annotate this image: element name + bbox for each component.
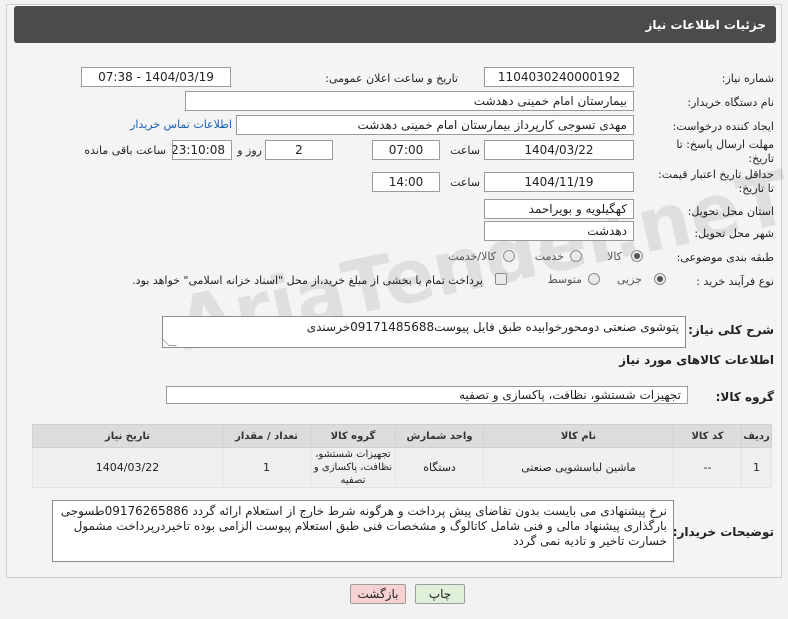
page-header: جزئیات اطلاعات نیاز [14,6,776,43]
category-service-radio[interactable] [570,250,582,262]
goods-info-heading: اطلاعات کالاهای مورد نیاز [619,353,774,367]
day-and-label: روز و [237,144,262,157]
cell-row: 1 [741,447,772,488]
buyer-notes-label: توضیحات خریدار: [672,525,774,539]
buyer-notes-textarea: نرخ پیشنهادی می بایست بدون تقاضای پیش پر… [52,500,674,562]
price-validity-label-2: تا تاریخ: [738,182,774,195]
reply-remaining-field: 23:10:08 [172,140,232,160]
reply-days-field: 2 [265,140,333,160]
page-title: جزئیات اطلاعات نیاز [645,18,766,32]
goods-group-label: گروه کالا: [715,390,774,404]
price-validity-label: حداقل تاریخ اعتبار قیمت: [658,168,774,181]
category-goods-service-radio[interactable] [503,250,515,262]
reply-deadline-label: مهلت ارسال پاسخ: تا [676,138,774,151]
need-number-label: شماره نیاز: [721,72,774,85]
delivery-province-field: کهگیلویه و بویراحمد [484,199,634,219]
reply-date-field: 1404/03/22 [484,140,634,160]
treasury-payment-checkbox[interactable] [495,273,507,285]
general-desc-label: شرح کلی نیاز: [688,323,774,337]
col-name: نام کالا [483,424,674,448]
cell-group: تجهیزات شستشو، نظافت، پاکسازی و تصفیه [310,447,396,488]
delivery-city-label: شهر محل تحویل: [694,227,774,240]
purchase-partial-radio[interactable] [654,273,666,285]
category-label: طبقه بندی موضوعی: [676,251,774,264]
reply-hour-label: ساعت [450,144,480,157]
general-desc-text: پتوشوی صنعتی دومحورخوابیده طبق فایل پیوس… [306,320,679,334]
general-desc-textarea: پتوشوی صنعتی دومحورخوابیده طبق فایل پیوس… [161,316,686,348]
cell-code: -- [673,447,742,488]
reply-time-field: 07:00 [372,140,440,160]
col-date: تاریخ نیاز [32,424,223,448]
validity-time-field: 14:00 [372,172,440,192]
cell-unit: دستگاه [395,447,484,488]
goods-table: ردیف کد کالا نام کالا واحد شمارش گروه کا… [32,424,772,488]
category-goods-label: کالا [607,250,622,263]
delivery-province-label: استان محل تحویل: [687,205,774,218]
delivery-city-field: دهدشت [484,221,634,241]
announce-datetime-label: تاریخ و ساعت اعلان عمومی: [325,72,458,85]
table-header-row: ردیف کد کالا نام کالا واحد شمارش گروه کا… [32,424,772,448]
buyer-contact-link[interactable]: اطلاعات تماس خریدار [130,118,232,131]
announce-datetime-field: 1404/03/19 - 07:38 [81,67,231,87]
back-button[interactable]: بازگشت [350,584,406,604]
print-button[interactable]: چاپ [415,584,465,604]
validity-date-field: 1404/11/19 [484,172,634,192]
requester-label: ایجاد کننده درخواست: [672,120,774,133]
purchase-medium-label: متوسط [547,273,582,286]
category-goods-radio[interactable] [631,250,643,262]
reply-deadline-label-2: تاریخ: [748,152,774,165]
cell-qty: 1 [222,447,311,488]
cell-date: 1404/03/22 [32,447,223,488]
goods-group-field: تجهیزات شستشو، نظافت، پاکسازی و تصفیه [166,386,688,404]
buyer-org-label: نام دستگاه خریدار: [687,96,774,109]
hours-remaining-label: ساعت باقی مانده [84,144,166,157]
category-goods-service-label: کالا/خدمت [448,250,496,263]
need-number-field: 1104030240000192 [484,67,634,87]
buyer-notes-text: نرخ پیشنهادی می بایست بدون تقاضای پیش پر… [60,504,667,548]
col-qty: تعداد / مقدار [222,424,311,448]
col-group: گروه کالا [310,424,396,448]
treasury-payment-note: پرداخت تمام یا بخشی از مبلغ خرید،از محل … [132,274,483,287]
cell-name: ماشین لباسشویی صنعتی [483,447,674,488]
col-row: ردیف [741,424,772,448]
buyer-org-field: بیمارستان امام خمینی دهدشت [185,91,634,111]
col-code: کد کالا [673,424,742,448]
purchase-medium-radio[interactable] [588,273,600,285]
col-unit: واحد شمارش [395,424,484,448]
resize-grip-icon[interactable] [161,338,177,346]
category-service-label: خدمت [534,250,564,263]
requester-field: مهدی تسوجی کارپرداز بیمارستان امام خمینی… [236,115,634,135]
table-row: 1 -- ماشین لباسشویی صنعتی دستگاه تجهیزات… [32,447,772,488]
purchase-type-label: نوع فرآیند خرید : [696,275,774,288]
purchase-partial-label: جزیی [616,273,642,286]
validity-hour-label: ساعت [450,176,480,189]
